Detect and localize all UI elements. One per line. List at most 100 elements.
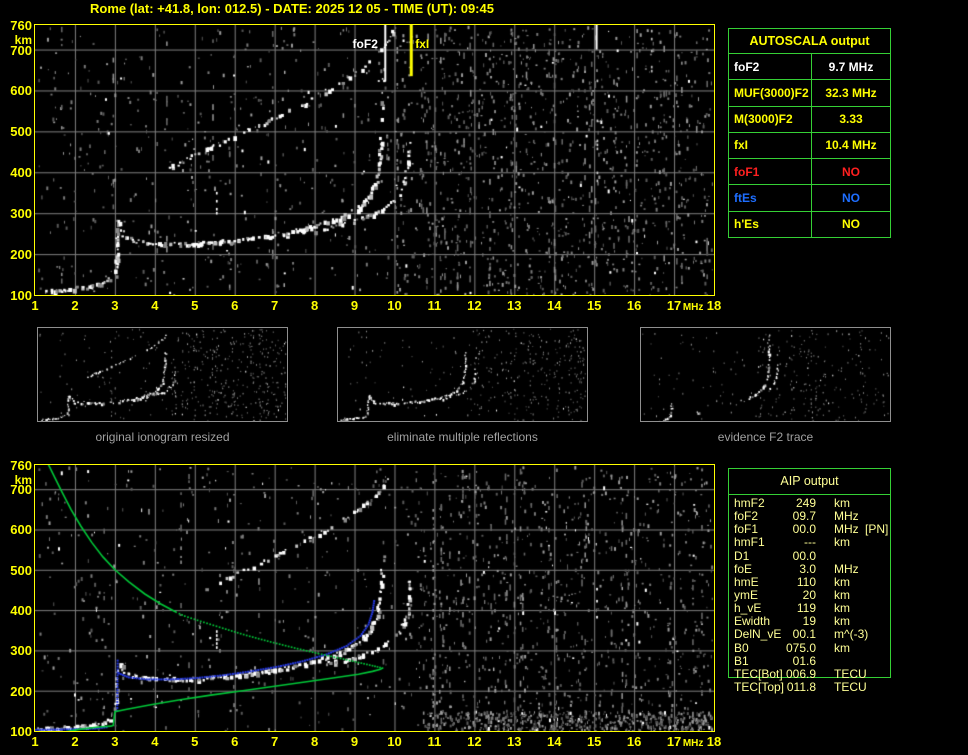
aip-parameter-value: 00.0 bbox=[792, 548, 816, 563]
aip-parameter-unit: TECU bbox=[834, 666, 867, 681]
top-plot-x-tick-8: 8 bbox=[310, 298, 319, 313]
bottom-ionogram-canvas bbox=[35, 465, 714, 731]
autoscala-table: AUTOSCALA output foF2 9.7 MHz MUF(3000)F2 3… bbox=[728, 28, 891, 238]
fxi-marker-label: fxI bbox=[415, 37, 430, 51]
aip-parameter-unit: MHz bbox=[834, 509, 859, 524]
autoscala-row-fof2: foF2 9.7 MHz bbox=[729, 53, 890, 80]
thumbnail-no-multiples-canvas bbox=[338, 328, 587, 421]
bottom-ionogram-panel bbox=[34, 464, 715, 732]
aip-parameter-unit: km bbox=[834, 496, 850, 510]
bottom-plot-x-tick-12: 12 bbox=[467, 734, 482, 749]
aip-parameter-label: TEC[Top] bbox=[734, 679, 785, 694]
bottom-plot-x-axis-unit: MHz bbox=[682, 738, 704, 749]
thumbnail-no-multiples bbox=[337, 327, 588, 422]
autoscala-row-hes: h'Es NO bbox=[729, 210, 890, 237]
top-plot-x-tick-6: 6 bbox=[231, 298, 239, 313]
bottom-plot-x-tick-15: 15 bbox=[586, 734, 602, 749]
autoscala-parameter-value: 10.4 MHz bbox=[825, 138, 877, 153]
bottom-plot-x-tick-16: 16 bbox=[626, 734, 642, 749]
bottom-plot-y-tick-600: 600 bbox=[10, 522, 32, 538]
aip-parameter-value: 3.0 bbox=[799, 561, 816, 576]
aip-parameter-value: 075.0 bbox=[785, 640, 816, 655]
aip-row-b1: B1 01.6 bbox=[734, 654, 894, 668]
thumbnail-original-canvas bbox=[38, 328, 287, 421]
aip-rows: hmF2 249 km foF2 09.7 MHz foF1 00.0 MHz [PN] hmF1 -… bbox=[734, 497, 894, 694]
aip-parameter-unit: MHz bbox=[834, 561, 859, 576]
top-plot-x-tick-16: 16 bbox=[626, 298, 642, 313]
bottom-plot-x-tick-7: 7 bbox=[271, 734, 279, 749]
bottom-plot-x-tick-8: 8 bbox=[310, 734, 319, 749]
top-plot-x-tick-2: 2 bbox=[71, 298, 79, 313]
bottom-plot-x-tick-3: 3 bbox=[111, 734, 119, 749]
autoscala-parameter-label: fxI bbox=[729, 132, 812, 159]
autoscala-parameter-label: foF1 bbox=[729, 159, 812, 185]
autoscala-parameter-label: foF2 bbox=[729, 54, 812, 80]
bottom-plot-y-tick-760: 760 bbox=[10, 458, 32, 473]
top-plot-x-axis-unit: MHz bbox=[682, 302, 704, 313]
aip-parameter-value: 00.0 bbox=[792, 522, 816, 537]
aip-parameter-label: D1 bbox=[734, 548, 750, 563]
autoscala-parameter-value: 3.33 bbox=[839, 112, 863, 127]
top-plot-x-tick-11: 11 bbox=[427, 298, 442, 313]
aip-parameter-label: foE bbox=[734, 561, 753, 576]
autoscala-rows: foF2 9.7 MHz MUF(3000)F2 32.3 MHz M(3000)F2 3… bbox=[729, 53, 890, 237]
aip-row-delnve: DelN_vE 00.1 m^(-3) bbox=[734, 628, 894, 641]
aip-parameter-unit: km bbox=[834, 535, 850, 550]
fof2-marker-label: foF2 bbox=[352, 37, 378, 51]
aip-parameter-value: 249 bbox=[795, 496, 816, 510]
autoscala-parameter-label: h'Es bbox=[729, 211, 812, 237]
aip-parameter-label: h_vE bbox=[734, 601, 762, 616]
top-plot-y-tick-700: 700 bbox=[10, 42, 32, 58]
top-plot-x-tick-4: 4 bbox=[151, 298, 159, 313]
top-plot-y-tick-400: 400 bbox=[10, 165, 32, 181]
aip-parameter-label: foF2 bbox=[734, 509, 759, 524]
aip-parameter-unit: km bbox=[834, 601, 850, 616]
autoscala-parameter-label: ftEs bbox=[729, 185, 812, 211]
aip-parameter-label: DelN_vE bbox=[734, 627, 782, 642]
autoscala-row-fxi: fxI 10.4 MHz bbox=[729, 131, 890, 159]
aip-parameter-value: 011.8 bbox=[786, 679, 816, 694]
aip-row-foe: foE 3.0 MHz bbox=[734, 561, 894, 576]
aip-parameter-label: ymE bbox=[734, 587, 758, 602]
aip-parameter-label: Ewidth bbox=[734, 614, 771, 629]
autoscala-row-muf3000f2: MUF(3000)F2 32.3 MHz bbox=[729, 79, 890, 106]
thumbnail-f2-evidence-canvas bbox=[641, 328, 890, 421]
autoscala-screen: Rome (lat: +41.8, lon: 012.5) - DATE: 20… bbox=[0, 0, 968, 755]
autoscala-row-ftes: ftEs NO bbox=[729, 184, 890, 211]
aip-parameter-label: hmF1 bbox=[734, 535, 765, 550]
bottom-plot-x-tick-2: 2 bbox=[71, 734, 79, 749]
bottom-plot-y-tick-400: 400 bbox=[10, 603, 32, 619]
top-plot-x-tick-10: 10 bbox=[387, 298, 402, 313]
thumbnail-caption-f2-evidence: evidence F2 trace bbox=[717, 430, 814, 444]
autoscala-parameter-value: NO bbox=[842, 217, 860, 232]
aip-parameter-unit: TECU bbox=[834, 679, 867, 694]
autoscala-parameter-value: 9.7 MHz bbox=[828, 59, 874, 74]
bottom-plot-x-tick-13: 13 bbox=[507, 734, 522, 749]
aip-parameter-value: 00.1 bbox=[792, 627, 816, 642]
top-plot-x-tick-1: 1 bbox=[31, 298, 39, 313]
aip-parameter-label: hmF2 bbox=[734, 496, 765, 510]
bottom-plot-x-tick-10: 10 bbox=[387, 734, 402, 749]
thumbnail-caption-original: original ionogram resized bbox=[95, 430, 230, 444]
aip-parameter-label: TEC[Bot] bbox=[734, 666, 783, 681]
page-title: Rome (lat: +41.8, lon: 012.5) - DATE: 20… bbox=[90, 1, 494, 16]
bottom-plot-x-tick-1: 1 bbox=[31, 734, 39, 749]
aip-parameter-unit: km bbox=[834, 587, 850, 602]
bottom-plot-y-tick-700: 700 bbox=[10, 482, 32, 498]
top-plot-y-tick-500: 500 bbox=[10, 124, 32, 140]
top-plot-x-tick-13: 13 bbox=[507, 298, 522, 313]
thumbnail-original-ionogram bbox=[37, 327, 288, 422]
aip-parameter-value: 119 bbox=[796, 601, 816, 616]
top-plot-x-tick-12: 12 bbox=[467, 298, 482, 313]
aip-parameter-unit: km bbox=[834, 640, 850, 655]
aip-parameter-label: foF1 bbox=[734, 522, 759, 537]
aip-row-b0: B0 075.0 km bbox=[734, 640, 894, 655]
thumbnail-caption-no-multiples: eliminate multiple reflections bbox=[387, 430, 538, 444]
autoscala-row-m3000f2: M(3000)F2 3.33 bbox=[729, 105, 890, 132]
aip-parameter-value: 110 bbox=[796, 574, 816, 589]
aip-row-tecbot: TEC[Bot] 006.9 TECU bbox=[734, 666, 894, 681]
aip-parameter-unit: m^(-3) bbox=[834, 627, 869, 642]
bottom-plot-y-tick-500: 500 bbox=[10, 562, 32, 578]
bottom-plot-x-tick-5: 5 bbox=[191, 734, 199, 749]
top-plot-x-tick-3: 3 bbox=[111, 298, 119, 313]
